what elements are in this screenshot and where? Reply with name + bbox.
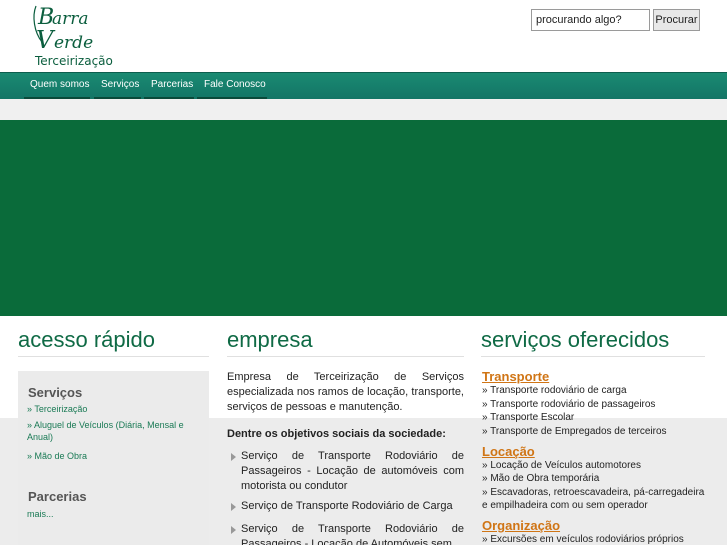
nav-item-parcerias[interactable]: Parcerias bbox=[151, 79, 193, 90]
list-item: » Mão de Obra temporária bbox=[482, 473, 600, 484]
parcerias-heading: Parcerias bbox=[28, 489, 87, 504]
nav-item-fale-conosco[interactable]: Fale Conosco bbox=[204, 79, 266, 90]
link-aluguel-veiculos[interactable]: » Aluguel de Veículos (Diária, Mensal e … bbox=[27, 419, 203, 443]
servicos-oferecidos-title: serviços oferecidos bbox=[481, 327, 670, 352]
category-transporte-link[interactable]: Transporte bbox=[482, 369, 549, 384]
hero-banner bbox=[0, 120, 727, 316]
list-item: Serviço de Transporte Rodoviário de Pass… bbox=[227, 522, 464, 545]
logo-tagline: Terceirização bbox=[35, 54, 113, 68]
acesso-rapido-box: Serviços » Terceirização » Aluguel de Ve… bbox=[18, 371, 209, 545]
list-item: Serviço de Transporte Rodoviário de Pass… bbox=[227, 449, 464, 494]
objectives-heading: Dentre os objetivos sociais da sociedade… bbox=[227, 428, 446, 440]
link-terceirizacao[interactable]: » Terceirização bbox=[27, 403, 203, 415]
list-item: » Escavadoras, retroescavadeira, pá-carr… bbox=[482, 487, 705, 511]
svg-text:V: V bbox=[36, 26, 56, 54]
list-item: » Excursões em veículos rodoviários próp… bbox=[482, 534, 684, 545]
barra-verde-logo-mark-icon: B arra V erde bbox=[33, 5, 93, 54]
servicos-heading: Serviços bbox=[28, 385, 83, 400]
search-button[interactable]: Procurar bbox=[653, 9, 700, 31]
search-input[interactable] bbox=[531, 9, 650, 31]
list-item: Serviço de Transporte Rodoviário de Carg… bbox=[227, 499, 464, 514]
parcerias-more-link[interactable]: mais... bbox=[27, 508, 203, 520]
site-header: B arra V erde Terceirização Procurar bbox=[0, 0, 727, 72]
main-nav: Quem somos Serviços Parcerias Fale Conos… bbox=[0, 72, 727, 100]
nav-item-quem-somos[interactable]: Quem somos bbox=[30, 79, 89, 90]
empresa-intro: Empresa de Terceirização de Serviços esp… bbox=[227, 371, 464, 413]
list-item: » Transporte de Empregados de terceiros bbox=[482, 426, 667, 437]
bullet-arrow-icon bbox=[231, 453, 236, 461]
barra-verde-logo[interactable]: B arra V erde Terceirização bbox=[30, 2, 113, 68]
bullet-arrow-icon bbox=[231, 526, 236, 534]
list-item: » Locação de Veículos automotores bbox=[482, 460, 641, 471]
category-locacao-link[interactable]: Locação bbox=[482, 444, 535, 459]
svg-text:erde: erde bbox=[54, 33, 93, 53]
link-mao-de-obra[interactable]: » Mão de Obra bbox=[27, 450, 203, 462]
acesso-rapido-title: acesso rápido bbox=[18, 327, 155, 352]
category-organizacao-link[interactable]: Organização bbox=[482, 518, 560, 533]
bullet-arrow-icon bbox=[231, 503, 236, 511]
list-item: » Transporte Escolar bbox=[482, 412, 575, 423]
list-item: » Transporte rodoviário de carga bbox=[482, 385, 627, 396]
title-divider bbox=[18, 356, 209, 357]
svg-text:arra: arra bbox=[52, 9, 89, 29]
nav-item-servicos[interactable]: Serviços bbox=[101, 79, 139, 90]
nav-subbar bbox=[0, 99, 727, 120]
title-divider bbox=[227, 356, 464, 357]
title-divider bbox=[481, 356, 705, 357]
empresa-content: Empresa de Terceirização de Serviços esp… bbox=[227, 370, 464, 545]
list-item: » Transporte rodoviário de passageiros bbox=[482, 399, 656, 410]
empresa-title: empresa bbox=[227, 327, 313, 352]
